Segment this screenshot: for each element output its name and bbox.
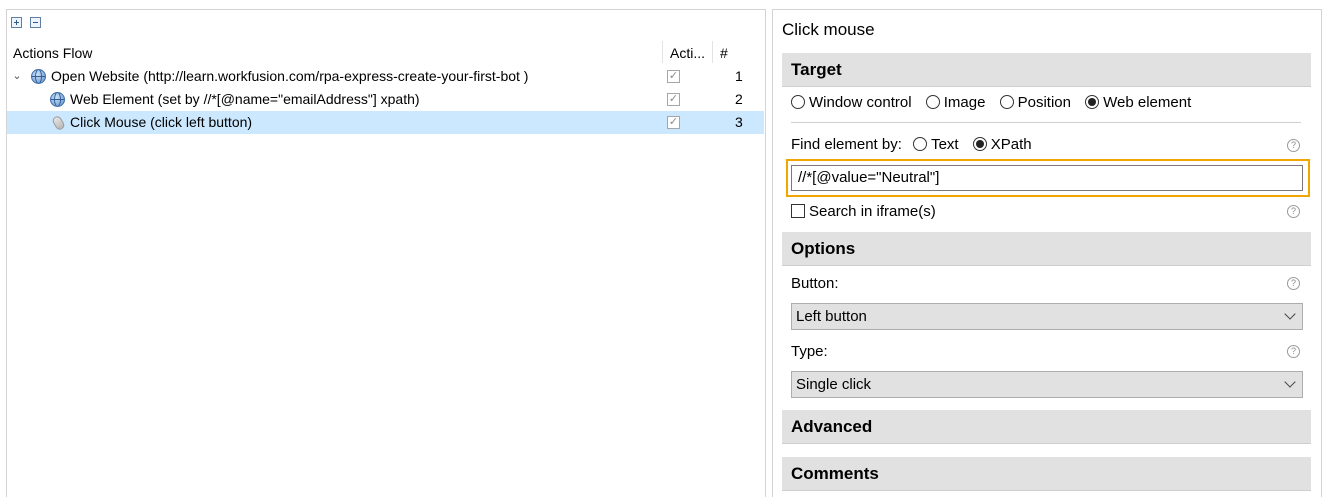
help-icon[interactable]: ? <box>1287 139 1300 152</box>
actions-flow-pane: Actions Flow Acti... # ⌄ Open Website (h… <box>6 9 766 497</box>
find-element-by-label: Find element by: <box>791 136 902 153</box>
search-iframe-label: Search in iframe(s) <box>809 203 936 220</box>
section-options-header[interactable]: Options <box>782 232 1311 266</box>
column-header-number[interactable]: # <box>720 37 728 63</box>
radio-find-by-text[interactable]: Text <box>913 136 959 153</box>
active-checkbox[interactable]: ✓ <box>667 70 680 83</box>
section-advanced-header[interactable]: Advanced <box>782 410 1311 444</box>
radio-selected-icon[interactable] <box>972 137 987 151</box>
active-checkbox[interactable]: ✓ <box>667 116 680 129</box>
column-divider[interactable] <box>662 41 663 63</box>
globe-icon <box>50 92 65 107</box>
radio-button-icon[interactable] <box>925 95 940 109</box>
radio-button-icon[interactable] <box>999 95 1014 109</box>
type-select-value: Single click <box>796 376 872 393</box>
row-number: 1 <box>735 68 743 84</box>
find-element-by-row: Find element by: Text XPath <box>791 136 1042 153</box>
help-icon[interactable]: ? <box>1287 205 1300 218</box>
tree-row-web-element[interactable]: Web Element (set by //*[@name="emailAddr… <box>7 88 764 111</box>
tree-row-open-website[interactable]: ⌄ Open Website (http://learn.workfusion.… <box>7 65 764 88</box>
section-comments-header[interactable]: Comments <box>782 457 1311 491</box>
radio-button-icon[interactable] <box>791 95 805 109</box>
help-icon[interactable]: ? <box>1287 277 1300 290</box>
help-icon[interactable]: ? <box>1287 345 1300 358</box>
properties-pane: Click mouse Target Window control Image … <box>772 9 1322 497</box>
column-header-actions-flow[interactable]: Actions Flow <box>13 37 92 63</box>
tree-header: Actions Flow Acti... # <box>7 37 765 63</box>
mouse-icon <box>51 114 66 132</box>
radio-selected-icon[interactable] <box>1085 95 1100 109</box>
tree-row-label: Open Website (http://learn.workfusion.co… <box>51 68 529 84</box>
radio-button-icon[interactable] <box>913 137 928 151</box>
row-number: 3 <box>735 114 743 130</box>
search-iframe-checkbox[interactable] <box>791 204 805 218</box>
type-label: Type: <box>791 343 828 360</box>
radio-web-element[interactable]: Web element <box>1085 94 1191 111</box>
radio-position[interactable]: Position <box>999 94 1071 111</box>
target-divider <box>791 122 1301 123</box>
button-select-value: Left button <box>796 308 867 325</box>
column-header-active[interactable]: Acti... <box>670 37 705 63</box>
chevron-down-icon[interactable]: ⌄ <box>12 65 22 88</box>
active-checkbox[interactable]: ✓ <box>667 93 680 106</box>
radio-window-control[interactable]: Window control <box>791 94 912 111</box>
radio-find-by-xpath[interactable]: XPath <box>972 136 1032 153</box>
search-iframe-option[interactable]: Search in iframe(s) <box>791 203 936 220</box>
tree-row-label: Click Mouse (click left button) <box>70 114 253 130</box>
tree-row-label: Web Element (set by //*[@name="emailAddr… <box>70 91 420 107</box>
xpath-input[interactable]: //*[@value="Neutral"] <box>791 165 1303 191</box>
type-select[interactable]: Single click <box>791 371 1303 398</box>
button-label: Button: <box>791 275 839 292</box>
expand-all-icon[interactable] <box>11 17 22 28</box>
button-select[interactable]: Left button <box>791 303 1303 330</box>
tree-toolbar <box>11 17 41 33</box>
row-number: 2 <box>735 91 743 107</box>
chevron-down-icon <box>1284 376 1296 388</box>
chevron-down-icon <box>1284 308 1296 320</box>
section-target-header[interactable]: Target <box>782 53 1311 87</box>
column-divider[interactable] <box>712 41 713 63</box>
radio-image[interactable]: Image <box>925 94 985 111</box>
panel-title: Click mouse <box>782 20 875 39</box>
target-mode-group: Window control Image Position Web elemen… <box>791 94 1201 111</box>
tree-row-click-mouse[interactable]: Click Mouse (click left button) ✓ 3 <box>7 111 764 134</box>
globe-icon <box>31 69 46 84</box>
collapse-all-icon[interactable] <box>30 17 41 28</box>
